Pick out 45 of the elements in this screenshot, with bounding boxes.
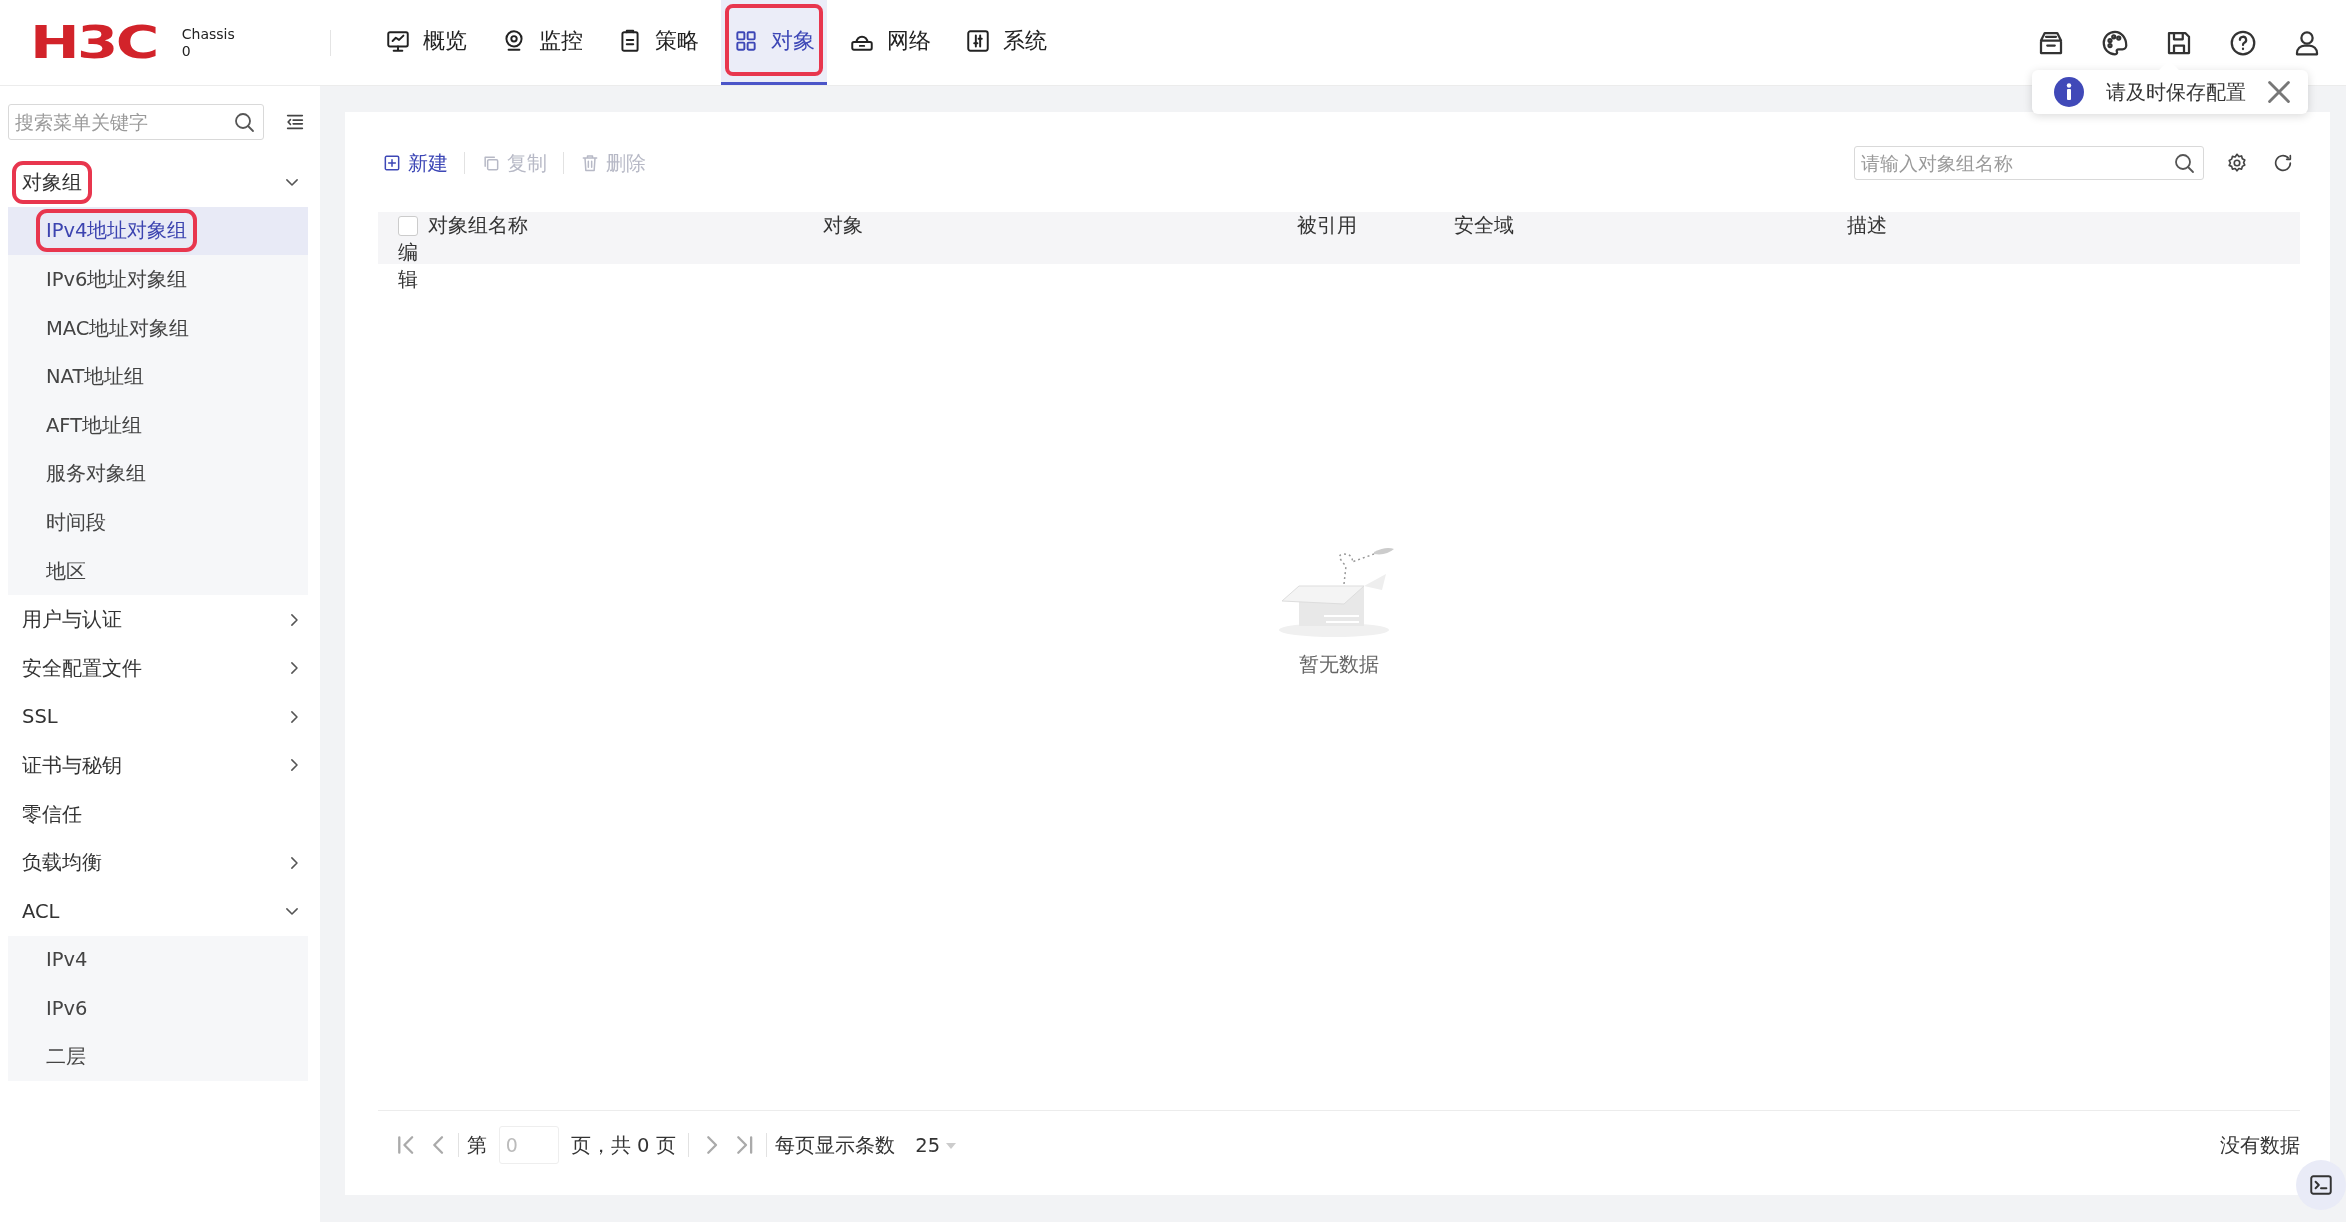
menu-item[interactable]: 地区: [8, 546, 308, 596]
column-header: 描述: [1846, 213, 1888, 239]
menu-group[interactable]: 零信任: [8, 789, 308, 839]
nav-tab[interactable]: 策略: [604, 0, 711, 85]
nav-tab[interactable]: 监控: [488, 0, 595, 85]
menu-item[interactable]: 服务对象组: [8, 449, 308, 499]
nav-tab[interactable]: 系统: [952, 0, 1059, 85]
column-header: 安全域: [1453, 213, 1515, 239]
menu-item[interactable]: MAC地址对象组: [8, 303, 308, 353]
menu-item[interactable]: IPv4地址对象组: [8, 206, 308, 256]
nav-tab[interactable]: 概览: [372, 0, 479, 85]
brand-logo: H3C: [30, 20, 157, 65]
page-size-label: 每页显示条数: [775, 1132, 896, 1159]
menu-item[interactable]: IPv6: [8, 984, 308, 1033]
menu-group[interactable]: 安全配置文件: [8, 643, 308, 693]
menu-group[interactable]: 对象组: [8, 158, 308, 207]
menu-group[interactable]: ACL: [8, 886, 308, 936]
menu-group[interactable]: 用户与认证: [8, 595, 308, 644]
page-label: 第: [466, 1132, 487, 1159]
nav-tab[interactable]: 网络: [836, 0, 943, 85]
page-size-select[interactable]: 25: [915, 1133, 957, 1157]
device-value: 0: [181, 42, 192, 60]
menu-item[interactable]: NAT地址组: [8, 352, 308, 401]
toast-message: 请及时保存配置: [2106, 78, 2246, 106]
page-count: 页，共 0 页: [570, 1132, 676, 1159]
column-header: 对象: [823, 213, 864, 239]
menu-item[interactable]: 时间段: [8, 498, 308, 547]
column-header: 对象组名称: [428, 213, 529, 239]
column-header: 被引用: [1296, 213, 1358, 239]
menu-item[interactable]: IPv4: [8, 935, 308, 985]
toolbar-button[interactable]: 新建: [378, 149, 452, 177]
empty-message: 暂无数据: [1299, 652, 1379, 678]
menu-group[interactable]: SSL: [8, 692, 308, 742]
page-input[interactable]: 0: [498, 1126, 559, 1164]
menu-group[interactable]: 负载均衡: [8, 838, 308, 887]
result-summary: 没有数据: [2220, 1132, 2300, 1159]
menu-search-field[interactable]: 搜索菜单关键字: [8, 104, 264, 140]
device-label: Chassis: [181, 25, 236, 43]
menu-item[interactable]: 二层: [8, 1032, 308, 1082]
menu-group[interactable]: 证书与秘钥: [8, 741, 308, 790]
column-header: 编辑: [398, 240, 419, 293]
menu-item[interactable]: AFT地址组: [8, 400, 308, 450]
nav-tab[interactable]: 对象: [720, 0, 827, 85]
name-search-field[interactable]: 请输入对象组名称: [1854, 146, 2204, 180]
menu-item[interactable]: IPv6地址对象组: [8, 255, 308, 304]
